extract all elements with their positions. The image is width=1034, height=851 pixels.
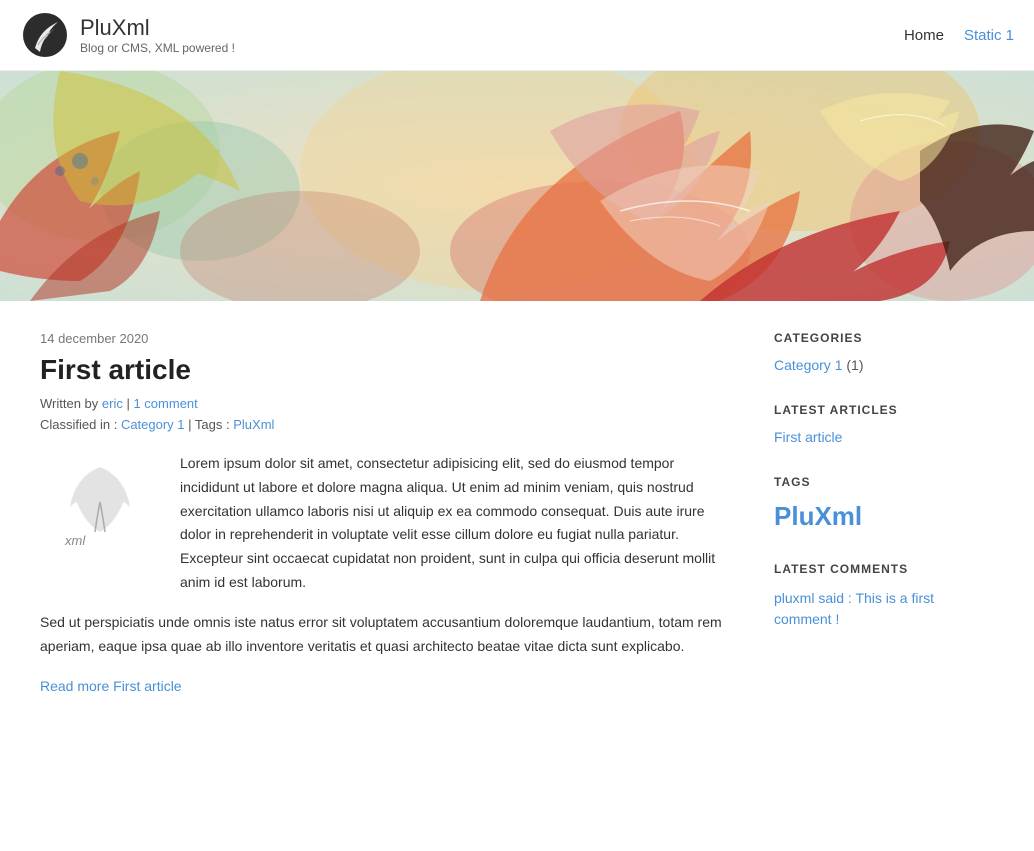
written-by-label: Written by [40,396,102,411]
thumbnail-svg: xml [45,457,155,547]
article-thumbnail: xml [40,452,160,595]
categories-heading: CATEGORIES [774,331,994,345]
site-subtitle: Blog or CMS, XML powered ! [80,41,235,55]
site-title-group: PluXml Blog or CMS, XML powered ! [80,15,235,55]
sidebar-tag-link[interactable]: PluXml [774,501,862,531]
article-date: 14 december 2020 [40,331,734,346]
article-title: First article [40,354,734,386]
category-item: Category 1 (1) [774,357,994,373]
tags-label: | [188,417,195,432]
read-more-link[interactable]: Read more First article [40,678,182,694]
banner-svg [0,71,1034,301]
latest-comments-heading: LATEST COMMENTS [774,562,994,576]
site-header: PluXml Blog or CMS, XML powered ! Home S… [0,0,1034,71]
sidebar-latest-articles: LATEST ARTICLES First article [774,403,994,445]
category-count: (1) [846,357,863,373]
main-content: 14 december 2020 First article Written b… [40,331,734,694]
tags-word-label: Tags : [195,417,230,432]
sidebar-categories: CATEGORIES Category 1 (1) [774,331,994,373]
sidebar-latest-comments: LATEST COMMENTS pluxml said : This is a … [774,562,994,630]
nav-home[interactable]: Home [904,27,944,44]
article-meta: Written by eric | 1 comment [40,396,734,411]
article-body-part1: Lorem ipsum dolor sit amet, consectetur … [180,452,734,595]
article-body-part2: Sed ut perspiciatis unde omnis iste natu… [40,611,734,659]
logo-area: PluXml Blog or CMS, XML powered ! [20,10,235,60]
sidebar: CATEGORIES Category 1 (1) LATEST ARTICLE… [774,331,994,694]
hero-banner [0,71,1034,301]
sidebar-latest-article-link[interactable]: First article [774,429,842,445]
site-title: PluXml [80,15,235,41]
comment-link[interactable]: 1 comment [133,396,197,411]
tags-heading: TAGS [774,475,994,489]
svg-text:xml: xml [64,533,86,547]
author-link[interactable]: eric [102,396,123,411]
category-link[interactable]: Category 1 [121,417,185,432]
sidebar-category-link[interactable]: Category 1 [774,357,842,373]
article-body-with-thumb: xml Lorem ipsum dolor sit amet, consecte… [40,452,734,595]
sidebar-comment-link[interactable]: pluxml said : This is a first comment ! [774,590,934,627]
latest-articles-heading: LATEST ARTICLES [774,403,994,417]
classified-label: Classified in : [40,417,117,432]
content-wrapper: 14 december 2020 First article Written b… [0,301,1034,724]
site-logo-icon [20,10,70,60]
article-taxonomy: Classified in : Category 1 | Tags : PluX… [40,417,734,432]
main-nav: Home Static 1 [904,27,1014,44]
sidebar-tags: TAGS PluXml [774,475,994,532]
article-tag-link[interactable]: PluXml [233,417,274,432]
nav-static[interactable]: Static 1 [964,27,1014,44]
